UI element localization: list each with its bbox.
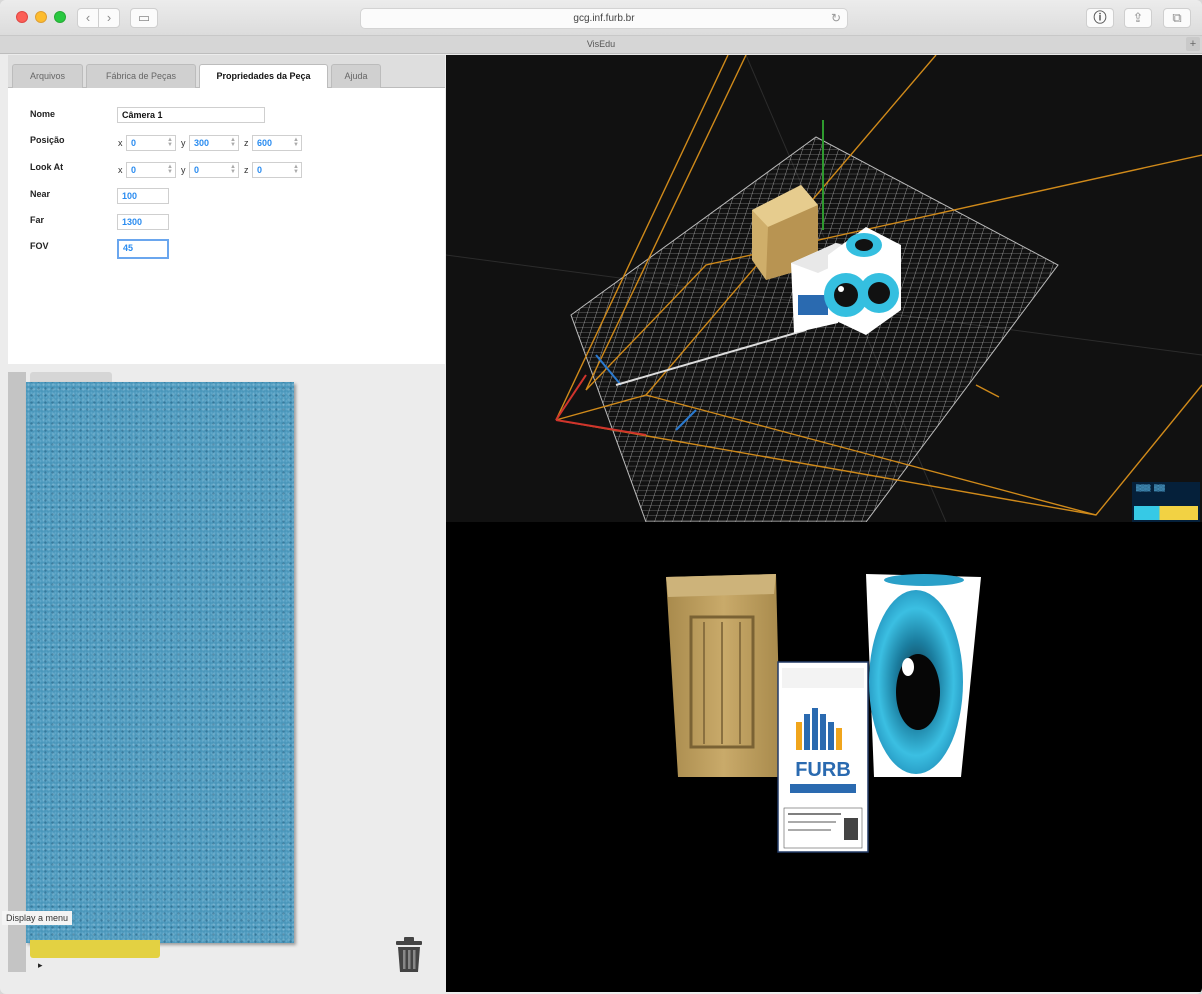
position-z-value: 600 [257,138,273,148]
minimize-window-button[interactable] [35,11,47,23]
cursor-arrow-icon: ▸ [38,960,43,970]
near-field[interactable]: 100 [117,188,169,204]
position-z-field[interactable]: 600 ▲ ▼ [252,135,302,151]
new-tab-button[interactable]: + [1186,37,1200,51]
browser-toolbar: ‹ › ▭ gcg.inf.furb.br ↻ ⓘ ⇪ ⧉ [0,0,1202,36]
stepper-icon[interactable]: ▲ ▼ [167,164,173,175]
render-stats-panel: ▒▒▒▒ ▒▒▒ [1132,482,1200,522]
panel-tabs: Arquivos Fábrica de Peças Propriedades d… [8,55,445,89]
eye-cube-render [866,574,981,777]
position-x-value: 0 [131,138,137,148]
lookat-z-value: 0 [257,165,263,175]
far-field[interactable]: 1300 [117,214,169,230]
trash-icon[interactable] [394,936,424,974]
fov-label: FOV [30,241,49,251]
tab-ajuda[interactable]: Ajuda [331,64,381,88]
share-button[interactable]: ⇪ [1124,8,1152,28]
tab-propriedades-da-peca[interactable]: Propriedades da Peça [199,64,328,89]
furb-box-render: FURB [777,661,869,853]
lookat-x-value: 0 [131,165,137,175]
name-field[interactable]: Câmera 1 [117,107,265,123]
near-label: Near [30,189,51,199]
lookat-x-axis-label: x [118,165,123,175]
lookat-y-value: 0 [194,165,200,175]
name-label: Nome [30,109,56,119]
address-text: gcg.inf.furb.br [573,13,635,24]
texture-list-strip [8,372,26,972]
position-y-field[interactable]: 300 ▲ ▼ [189,135,239,151]
back-button[interactable]: ‹ [77,8,99,28]
close-window-button[interactable] [16,11,28,23]
properties-form: Nome Câmera 1 Posição x 0 ▲ ▼ y 300 ▲ ▼ z 60… [8,88,445,364]
far-label: Far [30,215,45,225]
lookat-z-axis-label: z [244,165,249,175]
info-button[interactable]: ⓘ [1086,8,1114,28]
render-stats-bar [1134,506,1198,520]
stepper-icon[interactable]: ▲ ▼ [293,137,299,148]
furb-logo-text: FURB [795,759,851,781]
position-y-axis-label: y [181,138,186,148]
chevron-left-icon: ‹ [85,10,91,25]
tab-fabrica-de-pecas[interactable]: Fábrica de Peças [86,64,196,88]
stepper-icon[interactable]: ▲ ▼ [230,137,236,148]
browser-tab-title[interactable]: VisEdu [587,39,615,49]
texture-item-chip[interactable] [30,940,160,958]
lookat-label: Look At [30,162,64,172]
position-x-field[interactable]: 0 ▲ ▼ [126,135,176,151]
fov-field[interactable]: 45 [117,239,169,259]
render-stats-text: ▒▒▒▒ ▒▒▒ [1136,485,1165,492]
display-menu-hint: Display a menu [2,911,73,925]
sidebar-icon: ▭ [137,10,151,25]
browser-window: ‹ › ▭ gcg.inf.furb.br ↻ ⓘ ⇪ ⧉ VisEdu + A… [0,0,1202,994]
maximize-window-button[interactable] [54,11,66,23]
tabs-icon: ⧉ [1172,10,1182,25]
texture-panel: ▸ [8,364,445,990]
lookat-y-field[interactable]: 0 ▲ ▼ [189,162,239,178]
share-icon: ⇪ [1132,10,1144,25]
address-bar[interactable]: gcg.inf.furb.br ↻ [360,8,848,29]
stepper-icon[interactable]: ▲ ▼ [293,164,299,175]
tab-arquivos[interactable]: Arquivos [12,64,83,88]
position-z-axis-label: z [244,138,249,148]
position-x-axis-label: x [118,138,123,148]
position-y-value: 300 [194,138,210,148]
texture-preview-image[interactable] [26,382,294,943]
lookat-y-axis-label: y [181,165,186,175]
lookat-z-field[interactable]: 0 ▲ ▼ [252,162,302,178]
forward-button[interactable]: › [98,8,120,28]
camera-preview-canvas: FURB [666,574,981,853]
scene-editor-viewport[interactable]: ▒▒▒▒ ▒▒▒ [445,54,1202,523]
left-panel: Arquivos Fábrica de Peças Propriedades d… [8,55,445,990]
sidebar-toggle-button[interactable]: ▭ [130,8,158,28]
position-label: Posição [30,135,65,145]
stepper-icon[interactable]: ▲ ▼ [167,137,173,148]
browser-tab-bar: VisEdu + [0,36,1202,54]
info-icon: ⓘ [1093,10,1107,25]
stepper-icon[interactable]: ▲ ▼ [230,164,236,175]
crate-render [666,574,781,777]
scene-editor-canvas [445,54,1202,523]
lookat-x-field[interactable]: 0 ▲ ▼ [126,162,176,178]
camera-preview-viewport[interactable]: FURB [446,522,1202,992]
tabs-overview-button[interactable]: ⧉ [1163,8,1191,28]
chevron-right-icon: › [106,10,112,25]
reload-icon[interactable]: ↻ [831,9,841,28]
